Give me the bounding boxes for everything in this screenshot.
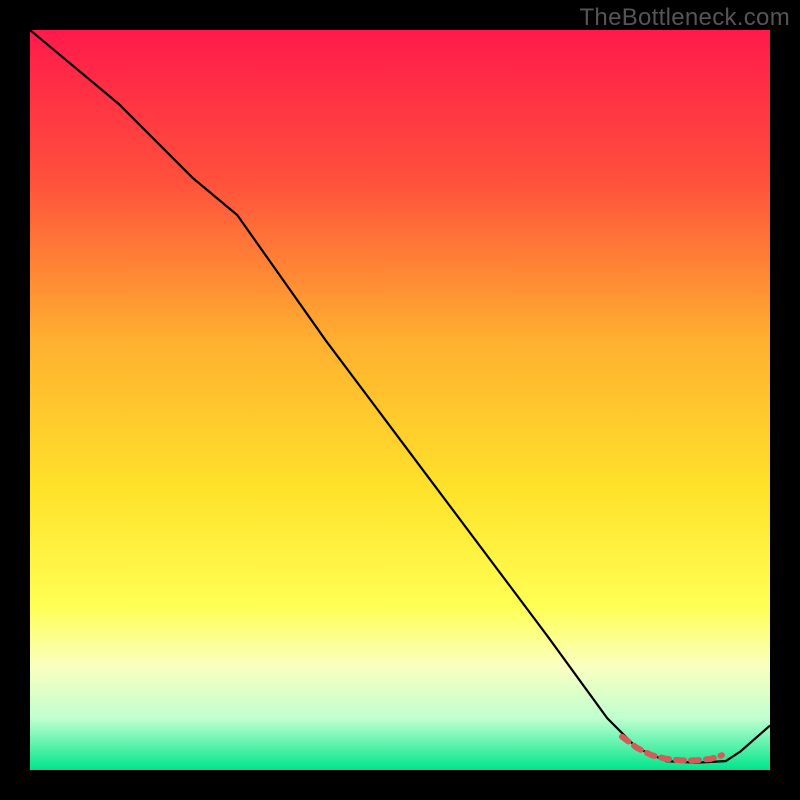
chart-frame: TheBottleneck.com	[0, 0, 800, 800]
chart-svg	[30, 30, 770, 770]
plot-area	[30, 30, 770, 770]
watermark-text: TheBottleneck.com	[579, 4, 790, 32]
gradient-background	[30, 30, 770, 770]
